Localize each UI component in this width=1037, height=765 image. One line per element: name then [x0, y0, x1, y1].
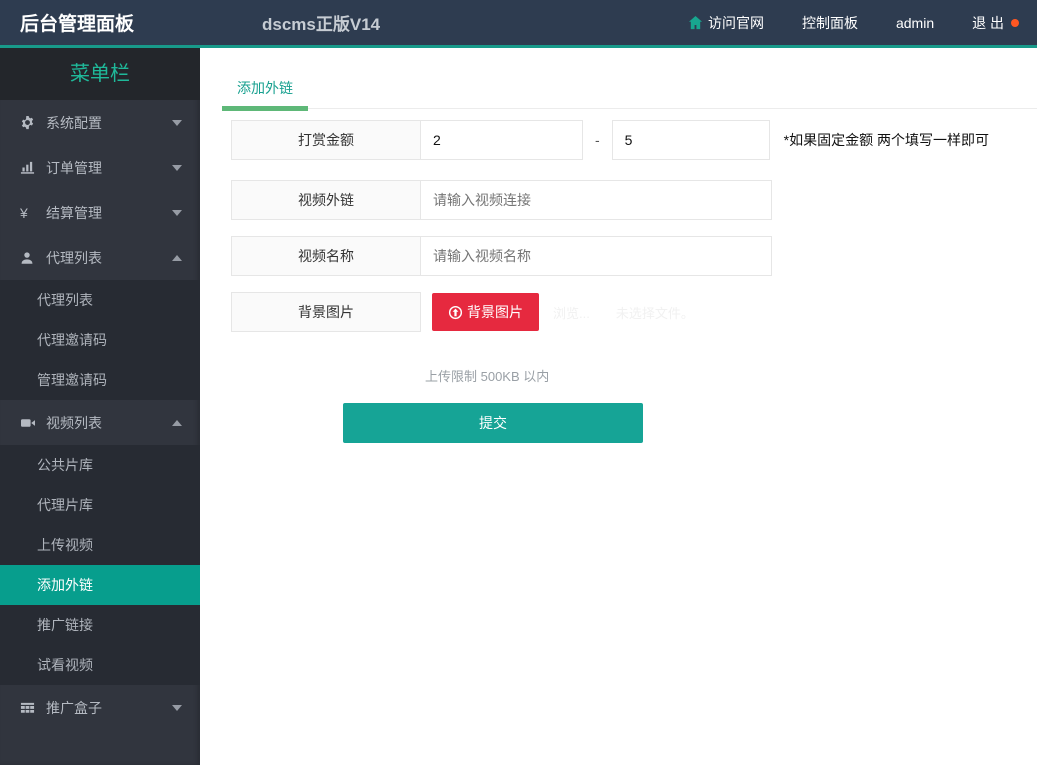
bar-chart-icon	[20, 160, 41, 175]
sidebar-subitem-agent-library[interactable]: 代理片库	[0, 485, 200, 525]
nav-visit-site-label: 访问官网	[707, 14, 764, 31]
page-title: dscms正版V14	[262, 15, 381, 34]
sidebar-item-video-list[interactable]: 视频列表	[0, 400, 200, 445]
header-nav: 访问官网 控制面板 admin 退 出	[688, 13, 1037, 33]
native-file-input-ghost[interactable]: 浏览... 未选择文件。	[553, 303, 694, 322]
reward-max-input[interactable]	[611, 120, 770, 160]
nav-logout-label: 退 出	[972, 14, 1004, 31]
file-none-selected-label: 未选择文件。	[615, 305, 694, 321]
reward-min-input[interactable]	[420, 120, 583, 160]
nav-visit-site[interactable]: 访问官网	[688, 13, 764, 33]
sidebar-subitem-preview-video[interactable]: 试看视频	[0, 645, 200, 685]
nav-logout[interactable]: 退 出	[972, 13, 1019, 33]
sidebar-item-label: 推广盒子	[46, 699, 102, 716]
range-separator: -	[595, 132, 600, 148]
sidebar-item-label: 代理列表	[46, 249, 102, 266]
yen-icon	[20, 205, 41, 221]
sidebar-subitem-agent-list[interactable]: 代理列表	[0, 280, 200, 320]
home-icon	[688, 15, 703, 30]
background-image-upload-button-label: 背景图片	[467, 304, 523, 320]
video-link-label: 视频外链	[231, 180, 421, 220]
sidebar-item-order-management[interactable]: 订单管理	[0, 145, 200, 190]
gear-icon	[20, 115, 41, 130]
reward-hint-text: *如果固定金额 两个填写一样即可	[783, 132, 990, 148]
chevron-up-icon	[172, 419, 182, 426]
sidebar-item-label: 订单管理	[46, 159, 102, 176]
background-image-row: 背景图片 背景图片 浏览... 未选择文件。	[231, 292, 1037, 332]
brand-title: 后台管理面板	[20, 14, 135, 35]
sidebar-subitem-promo-link[interactable]: 推广链接	[0, 605, 200, 645]
logout-status-dot	[1011, 18, 1019, 27]
chevron-up-icon	[172, 254, 182, 261]
background-image-upload-button[interactable]: 背景图片	[432, 293, 539, 331]
sidebar-subitem-agent-invite-code[interactable]: 代理邀请码	[0, 320, 200, 360]
sidebar-subitem-public-library[interactable]: 公共片库	[0, 445, 200, 485]
chevron-down-icon	[172, 119, 182, 126]
video-name-input[interactable]	[420, 236, 772, 276]
sidebar-item-system-config[interactable]: 系统配置	[0, 100, 200, 145]
sidebar-item-label: 结算管理	[46, 204, 102, 221]
tab-add-external-link[interactable]: 添加外链	[222, 76, 308, 111]
user-icon	[20, 251, 41, 265]
sidebar-item-promo-box[interactable]: 推广盒子	[0, 685, 200, 730]
reward-amount-label: 打赏金额	[231, 120, 421, 160]
file-browse-label: 浏览...	[553, 305, 590, 321]
submenu-agent-list: 代理列表 代理邀请码 管理邀请码	[0, 280, 200, 400]
sidebar-subitem-add-external-link[interactable]: 添加外链	[0, 565, 200, 605]
nav-control-panel[interactable]: 控制面板	[802, 13, 858, 33]
submenu-video-list: 公共片库 代理片库 上传视频 添加外链 推广链接 试看视频	[0, 445, 200, 685]
sidebar-subitem-upload-video[interactable]: 上传视频	[0, 525, 200, 565]
top-header: 后台管理面板 dscms正版V14 访问官网 控制面板 admin 退 出	[0, 0, 1037, 48]
add-external-link-form: 打赏金额 - *如果固定金额 两个填写一样即可 视频外链 视频名称 背景图片	[231, 120, 1037, 443]
background-image-label: 背景图片	[231, 292, 421, 332]
sidebar-item-label: 系统配置	[46, 114, 102, 131]
chevron-down-icon	[172, 164, 182, 171]
sidebar-item-settlement-management[interactable]: 结算管理	[0, 190, 200, 235]
video-icon	[20, 415, 41, 431]
admin-app: 后台管理面板 dscms正版V14 访问官网 控制面板 admin 退 出 菜单…	[0, 0, 1037, 765]
chevron-down-icon	[172, 209, 182, 216]
chevron-down-icon	[172, 704, 182, 711]
main-content: 添加外链 打赏金额 - *如果固定金额 两个填写一样即可 视频外链 视频名称 背…	[200, 48, 1037, 765]
video-link-input[interactable]	[420, 180, 772, 220]
video-name-row: 视频名称	[231, 236, 1037, 276]
upload-circle-icon	[448, 305, 463, 320]
sidebar: 菜单栏 系统配置 订单管理 结算管理 代理列表	[0, 48, 200, 765]
tab-bar: 添加外链	[222, 76, 1037, 111]
nav-admin[interactable]: admin	[896, 15, 934, 31]
video-link-row: 视频外链	[231, 180, 1037, 220]
sidebar-item-agent-list[interactable]: 代理列表	[0, 235, 200, 280]
upload-size-note: 上传限制 500KB 以内	[425, 369, 550, 384]
grid-icon	[20, 700, 41, 715]
submit-button[interactable]: 提交	[343, 403, 643, 443]
video-name-label: 视频名称	[231, 236, 421, 276]
sidebar-subitem-admin-invite-code[interactable]: 管理邀请码	[0, 360, 200, 400]
sidebar-title: 菜单栏	[0, 48, 200, 100]
sidebar-item-label: 视频列表	[46, 414, 102, 431]
reward-amount-row: 打赏金额 - *如果固定金额 两个填写一样即可	[231, 120, 1037, 160]
